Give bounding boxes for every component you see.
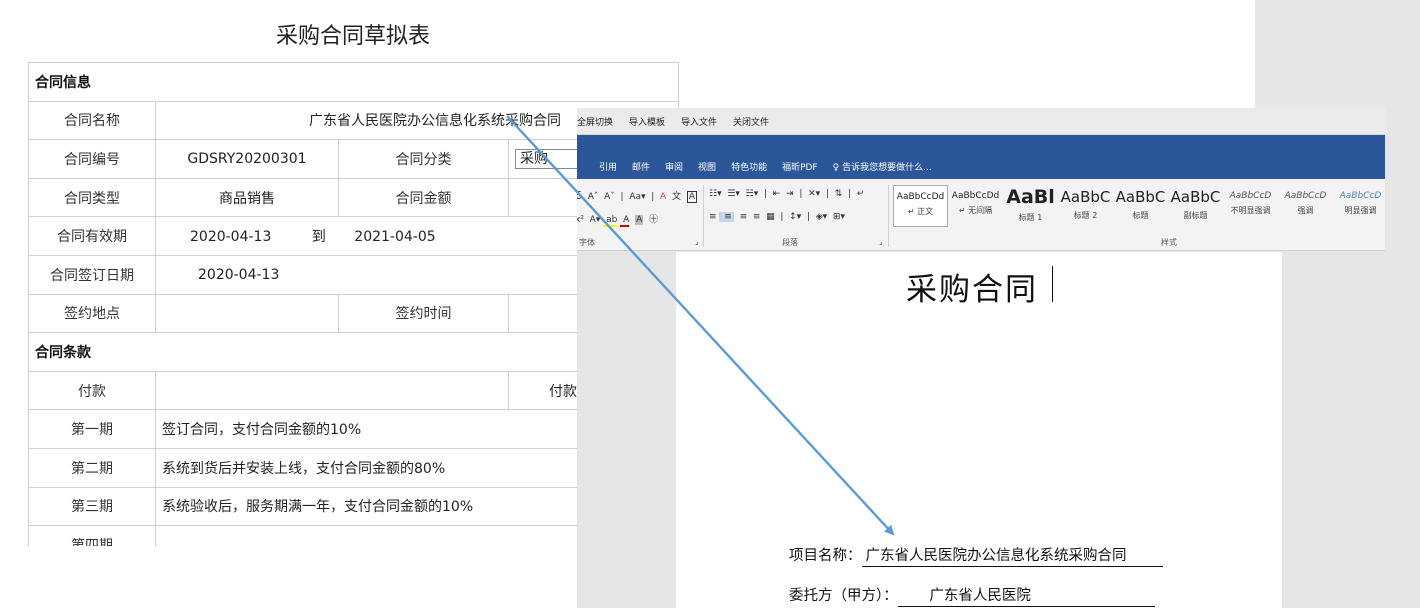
- text-cursor: [1052, 266, 1053, 302]
- style-normal[interactable]: AaBbCcDd ↵ 正文: [893, 185, 948, 227]
- term-period: 第一期: [28, 409, 156, 449]
- style-subtitle[interactable]: AaBbC 副标题: [1168, 185, 1223, 227]
- quick-access-bar: 全屏切换 导入模板 导入文件 关闭文件: [577, 108, 1385, 135]
- font-dialog-launcher-icon[interactable]: ⌟: [695, 237, 699, 246]
- paragraph-row-1: ☷▾ ☰▾ ☵▾ | ⇤ ⇥ | ✕▾ | ⇅ | ↵: [709, 189, 865, 199]
- grow-font-icon[interactable]: Aˆ: [585, 192, 599, 202]
- close-file-button[interactable]: 关闭文件: [733, 115, 769, 128]
- styles-group-label: 样式: [1161, 238, 1177, 247]
- style-intense-emphasis[interactable]: AaBbCcD 明显强调: [1333, 185, 1385, 227]
- client-line: 委托方（甲方）： 广东省人民医院: [789, 584, 1155, 607]
- import-template-button[interactable]: 导入模板: [629, 115, 665, 128]
- tab-review[interactable]: 审阅: [665, 160, 683, 173]
- tell-me-search[interactable]: ♀ 告诉我您想要做什么...: [833, 160, 932, 173]
- font-group-label: 字体: [579, 238, 595, 247]
- section-contract-info: 合同信息: [28, 62, 679, 102]
- term-period: 第三期: [28, 486, 156, 527]
- payment-field[interactable]: [155, 370, 509, 411]
- contract-code-field[interactable]: GDSRY20200301: [155, 139, 339, 179]
- contract-category-label: 合同分类: [338, 139, 509, 179]
- sort-icon[interactable]: ⇅: [832, 189, 843, 199]
- contract-name-label: 合同名称: [28, 100, 156, 141]
- align-left-icon[interactable]: ≡: [709, 212, 717, 222]
- validity-to-word: 到: [311, 229, 326, 246]
- style-title[interactable]: AaBbC 标题: [1113, 185, 1168, 227]
- paragraph-dialog-launcher-icon[interactable]: ⌟: [879, 237, 883, 246]
- tab-view[interactable]: 视图: [698, 160, 716, 173]
- shrink-font-icon[interactable]: Aˇ: [601, 192, 615, 202]
- distributed-icon[interactable]: ▦: [763, 212, 775, 222]
- highlight-icon[interactable]: ab: [603, 215, 618, 227]
- font-row-2: x² A▾ ab A A ㊉: [577, 212, 658, 227]
- client-label: 委托方（甲方）：: [789, 588, 898, 604]
- contract-amount-label: 合同金额: [338, 177, 509, 218]
- contract-type-field[interactable]: 商品销售: [155, 177, 339, 218]
- align-center-icon[interactable]: ≡: [719, 212, 734, 222]
- style-subtle-emphasis[interactable]: AaBbCcD 不明显强调: [1223, 185, 1278, 227]
- show-marks-icon[interactable]: ↵: [854, 189, 865, 199]
- client-value[interactable]: 广东省人民医院: [897, 584, 1155, 607]
- line-spacing-icon[interactable]: ↕▾: [786, 212, 801, 222]
- shading-icon[interactable]: ◈▾: [813, 212, 827, 222]
- sign-time-label: 签约时间: [338, 293, 509, 334]
- bullets-icon[interactable]: ☷▾: [709, 189, 722, 199]
- chinese-layout-icon[interactable]: ✕▾: [805, 189, 820, 199]
- ribbon-tab-bar: 引用 邮件 审阅 视图 特色功能 福昕PDF ♀ 告诉我您想要做什么...: [577, 135, 1385, 179]
- style-emphasis[interactable]: AaBbCcD 强调: [1278, 185, 1333, 227]
- enclose-char-icon[interactable]: ㊉: [646, 215, 658, 225]
- change-case-icon[interactable]: Aa▾: [626, 192, 645, 202]
- payment-label: 付款: [28, 370, 156, 411]
- contract-code-label: 合同编号: [28, 139, 156, 179]
- borders-icon[interactable]: ⊞▾: [830, 212, 845, 222]
- contract-type-label: 合同类型: [28, 177, 156, 218]
- tab-mailings[interactable]: 邮件: [632, 160, 650, 173]
- tab-references[interactable]: 引用: [599, 160, 617, 173]
- import-file-button[interactable]: 导入文件: [681, 115, 717, 128]
- style-heading-2[interactable]: AaBbC 标题 2: [1058, 185, 1113, 227]
- validity-to[interactable]: 2021-04-05: [354, 229, 435, 245]
- justify-icon[interactable]: ≡: [750, 212, 761, 222]
- font-size-box[interactable]: 6: [577, 189, 582, 202]
- sign-date-value: 2020-04-13: [198, 266, 280, 283]
- clear-format-icon[interactable]: A: [657, 192, 666, 202]
- paragraph-group-label: 段落: [782, 238, 798, 247]
- superscript-icon[interactable]: x²: [577, 215, 584, 225]
- sign-place-field[interactable]: [155, 293, 339, 334]
- term-period: 第二期: [28, 447, 156, 488]
- align-right-icon[interactable]: ≡: [737, 212, 748, 222]
- document-title: 采购合同: [906, 272, 1038, 308]
- font-color-icon[interactable]: A: [620, 215, 630, 227]
- font-row-1: 6 Aˆ Aˇ | Aa▾ | A 文 A: [577, 189, 698, 203]
- char-shading-icon[interactable]: A: [635, 215, 644, 225]
- sign-place-label: 签约地点: [28, 293, 156, 334]
- ribbon-home-panel: 6 Aˆ Aˇ | Aa▾ | A 文 A x² A▾ ab A A ㊉ 字体 …: [577, 179, 1385, 251]
- contract-category-select[interactable]: 采购: [515, 148, 579, 169]
- numbering-icon[interactable]: ☰▾: [724, 189, 740, 199]
- lightbulb-icon: ♀: [832, 163, 840, 173]
- sign-date-label: 合同签订日期: [28, 254, 156, 295]
- paragraph-row-2: ≡ ≡ ≡ ≡ ▦ | ↕▾ | ◈▾ ⊞▾: [709, 212, 845, 222]
- fullscreen-toggle-button[interactable]: 全屏切换: [577, 115, 613, 128]
- form-title: 采购合同草拟表: [275, 24, 430, 49]
- word-window: 全屏切换 导入模板 导入文件 关闭文件 引用 邮件 审阅 视图 特色功能 福昕P…: [577, 108, 1385, 608]
- project-name-line: 项目名称： 广东省人民医院办公信息化系统采购合同: [789, 544, 1163, 567]
- style-heading-1[interactable]: AaBl 标题 1: [1003, 185, 1058, 227]
- style-no-spacing[interactable]: AaBbCcDd ↵ 无间隔: [948, 185, 1003, 227]
- increase-indent-icon[interactable]: ⇥: [783, 189, 794, 199]
- project-name-label: 项目名称：: [789, 548, 862, 564]
- text-effects-icon[interactable]: A▾: [587, 215, 601, 225]
- contract-name-value: 广东省人民医院办公信息化系统采购合同: [309, 113, 561, 130]
- tab-features[interactable]: 特色功能: [731, 160, 767, 173]
- decrease-indent-icon[interactable]: ⇤: [770, 189, 781, 199]
- styles-gallery: AaBbCcDd ↵ 正文 AaBbCcDd ↵ 无间隔 AaBl 标题 1 A…: [893, 185, 1385, 229]
- document-page[interactable]: 采购合同 项目名称： 广东省人民医院办公信息化系统采购合同 委托方（甲方）： 广东…: [676, 252, 1282, 608]
- validity-from[interactable]: 2020-04-13: [190, 229, 271, 245]
- multilevel-list-icon[interactable]: ☵▾: [743, 189, 759, 199]
- tab-foxit-pdf[interactable]: 福昕PDF: [782, 160, 818, 173]
- phonetic-guide-icon[interactable]: 文: [669, 192, 681, 202]
- project-name-value[interactable]: 广东省人民医院办公信息化系统采购合同: [861, 544, 1163, 567]
- validity-label: 合同有效期: [28, 216, 156, 256]
- char-border-icon[interactable]: A: [686, 191, 698, 203]
